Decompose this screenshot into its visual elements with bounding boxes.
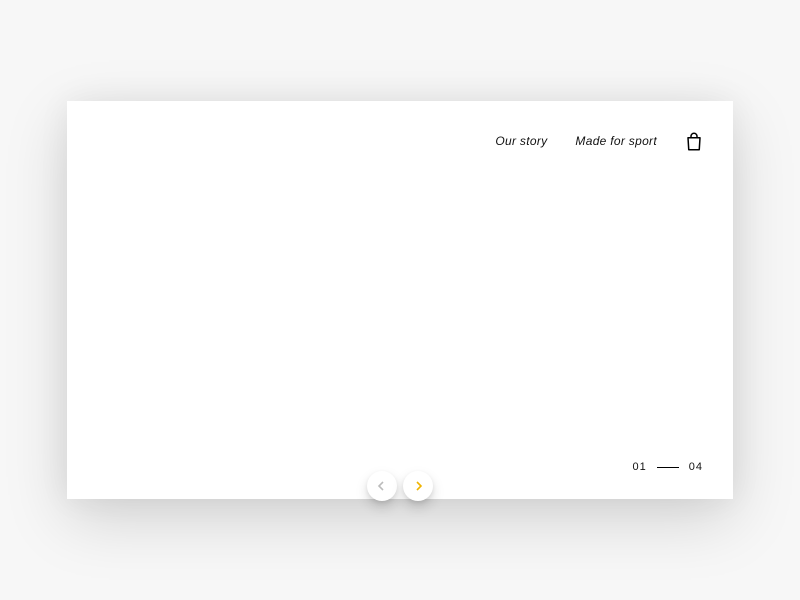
page-background: Our story Made for sport 0 xyxy=(0,0,800,600)
nav-link-made-for-sport[interactable]: Made for sport xyxy=(575,134,657,148)
current-slide-number: 01 xyxy=(633,461,647,473)
next-slide-button[interactable] xyxy=(403,471,433,501)
counter-divider xyxy=(657,467,679,468)
carousel-controls xyxy=(367,471,433,501)
hero-card: Our story Made for sport 0 xyxy=(67,101,733,499)
nav-link-our-story[interactable]: Our story xyxy=(495,134,547,148)
chevron-right-icon xyxy=(413,481,423,491)
chevron-left-icon xyxy=(377,481,387,491)
top-nav: Our story Made for sport xyxy=(495,131,703,151)
shopping-bag-icon[interactable] xyxy=(685,131,703,151)
prev-slide-button[interactable] xyxy=(367,471,397,501)
slide-counter: 01 04 xyxy=(633,461,704,473)
total-slides-number: 04 xyxy=(689,461,703,473)
